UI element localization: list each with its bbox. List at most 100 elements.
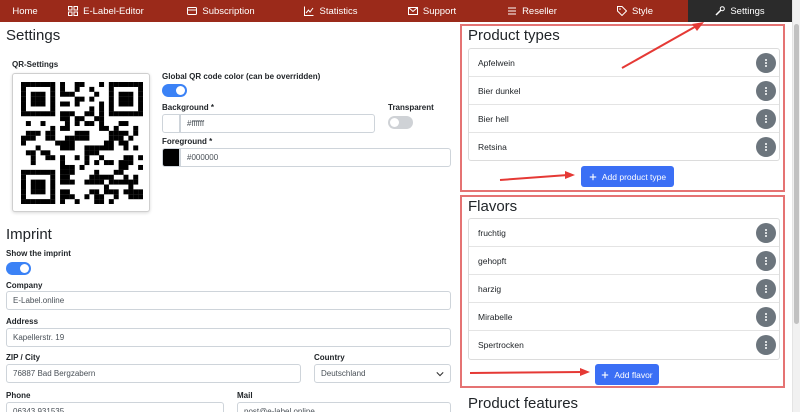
more-options-button[interactable] bbox=[756, 335, 776, 355]
company-input[interactable]: E-Label.online bbox=[6, 291, 451, 310]
nav-support[interactable]: Support bbox=[382, 0, 482, 22]
qr-module bbox=[99, 125, 105, 131]
nav-style[interactable]: Style bbox=[582, 0, 688, 22]
qr-module bbox=[60, 145, 66, 151]
qr-module bbox=[138, 194, 143, 200]
more-options-button[interactable] bbox=[756, 81, 776, 101]
qr-module bbox=[74, 86, 80, 92]
qr-module bbox=[108, 174, 114, 180]
list-item[interactable]: Mirabelle bbox=[469, 303, 779, 331]
qr-module bbox=[40, 96, 46, 102]
qr-module bbox=[35, 91, 41, 97]
more-options-button[interactable] bbox=[756, 223, 776, 243]
qr-module bbox=[94, 199, 100, 204]
qr-module bbox=[69, 194, 75, 200]
global-color-label: Global QR code color (can be overridden) bbox=[162, 72, 321, 81]
qr-module bbox=[118, 135, 124, 141]
qr-module bbox=[21, 96, 26, 102]
add-product-type-button[interactable]: Add product type bbox=[581, 166, 674, 187]
foreground-swatch[interactable] bbox=[162, 148, 180, 167]
more-options-button[interactable] bbox=[756, 53, 776, 73]
qr-module bbox=[69, 164, 75, 170]
qr-module bbox=[40, 199, 46, 204]
nav-e-label-editor[interactable]: E-Label-Editor bbox=[50, 0, 162, 22]
qr-module bbox=[89, 174, 95, 180]
qr-module bbox=[40, 121, 46, 127]
qr-module bbox=[123, 140, 129, 146]
more-options-button[interactable] bbox=[756, 251, 776, 271]
qr-module bbox=[138, 96, 143, 102]
scrollbar-thumb[interactable] bbox=[794, 24, 799, 324]
company-label: Company bbox=[6, 281, 43, 290]
background-swatch[interactable] bbox=[162, 114, 180, 133]
more-options-button[interactable] bbox=[756, 137, 776, 157]
address-input[interactable]: Kapellerstr. 19 bbox=[6, 328, 451, 347]
list-item[interactable]: harzig bbox=[469, 275, 779, 303]
list-item[interactable]: Spertrocken bbox=[469, 331, 779, 359]
qr-module bbox=[45, 111, 51, 117]
more-options-button[interactable] bbox=[756, 109, 776, 129]
qr-module bbox=[128, 160, 134, 166]
qr-module bbox=[50, 96, 56, 102]
qr-module bbox=[113, 130, 119, 136]
qr-module bbox=[45, 135, 51, 141]
qr-module bbox=[74, 101, 80, 107]
add-flavor-button[interactable]: Add flavor bbox=[595, 364, 659, 385]
global-color-toggle[interactable] bbox=[162, 84, 187, 97]
more-options-button[interactable] bbox=[756, 307, 776, 327]
list-item[interactable]: Retsina bbox=[469, 133, 779, 161]
foreground-input[interactable]: #000000 bbox=[180, 148, 451, 167]
qr-module bbox=[25, 111, 31, 117]
qr-module bbox=[25, 150, 31, 156]
country-select[interactable]: Deutschland bbox=[314, 364, 451, 383]
list-item[interactable]: Bier dunkel bbox=[469, 77, 779, 105]
qr-module bbox=[99, 116, 105, 122]
zip-city-input[interactable]: 76887 Bad Bergzabern bbox=[6, 364, 301, 383]
qr-module bbox=[108, 101, 114, 107]
qr-module bbox=[118, 91, 124, 97]
list-item[interactable]: Bier hell bbox=[469, 105, 779, 133]
transparent-toggle[interactable] bbox=[388, 116, 413, 129]
page-scrollbar[interactable] bbox=[792, 0, 800, 412]
qr-module bbox=[103, 145, 109, 151]
nav-subscription[interactable]: Subscription bbox=[162, 0, 280, 22]
list-item[interactable]: fruchtig bbox=[469, 219, 779, 247]
grid-icon bbox=[68, 6, 79, 16]
phone-input[interactable]: 06343 931535 bbox=[6, 402, 224, 412]
qr-module bbox=[21, 179, 26, 185]
qr-module bbox=[89, 86, 95, 92]
qr-module bbox=[128, 194, 134, 200]
nav-home-label: Home bbox=[12, 5, 38, 17]
qr-module bbox=[30, 169, 36, 175]
more-options-button[interactable] bbox=[756, 279, 776, 299]
qr-module bbox=[108, 160, 114, 166]
qr-module bbox=[30, 91, 36, 97]
qr-module bbox=[69, 111, 75, 117]
qr-module bbox=[60, 179, 66, 185]
plus-icon bbox=[602, 371, 609, 378]
nav-settings[interactable]: Settings bbox=[688, 0, 792, 22]
nav-statistics[interactable]: Statistics bbox=[280, 0, 382, 22]
qr-module bbox=[94, 189, 100, 195]
qr-module bbox=[84, 194, 90, 200]
qr-module bbox=[50, 174, 56, 180]
background-input[interactable]: #ffffff bbox=[180, 114, 375, 133]
qr-module bbox=[40, 150, 46, 156]
product-types-list: Apfelwein Bier dunkel Bier hell Retsina bbox=[468, 48, 780, 161]
qr-module bbox=[50, 86, 56, 92]
nav-statistics-label: Statistics bbox=[319, 5, 358, 17]
qr-module bbox=[89, 96, 95, 102]
show-imprint-toggle[interactable] bbox=[6, 262, 31, 275]
list-item[interactable]: Apfelwein bbox=[469, 49, 779, 77]
mail-input[interactable]: post@e-label.online bbox=[237, 402, 451, 412]
qr-module bbox=[60, 169, 66, 175]
nav-reseller[interactable]: Reseller bbox=[482, 0, 582, 22]
qr-module bbox=[35, 145, 41, 151]
qr-module bbox=[60, 199, 66, 204]
list-item-label: Bier hell bbox=[478, 113, 509, 124]
qr-module bbox=[60, 86, 66, 92]
qr-module bbox=[123, 160, 129, 166]
top-navigation: Home E-Label-Editor Subscription Statist… bbox=[0, 0, 800, 22]
list-item[interactable]: gehopft bbox=[469, 247, 779, 275]
nav-home[interactable]: Home bbox=[0, 0, 50, 22]
